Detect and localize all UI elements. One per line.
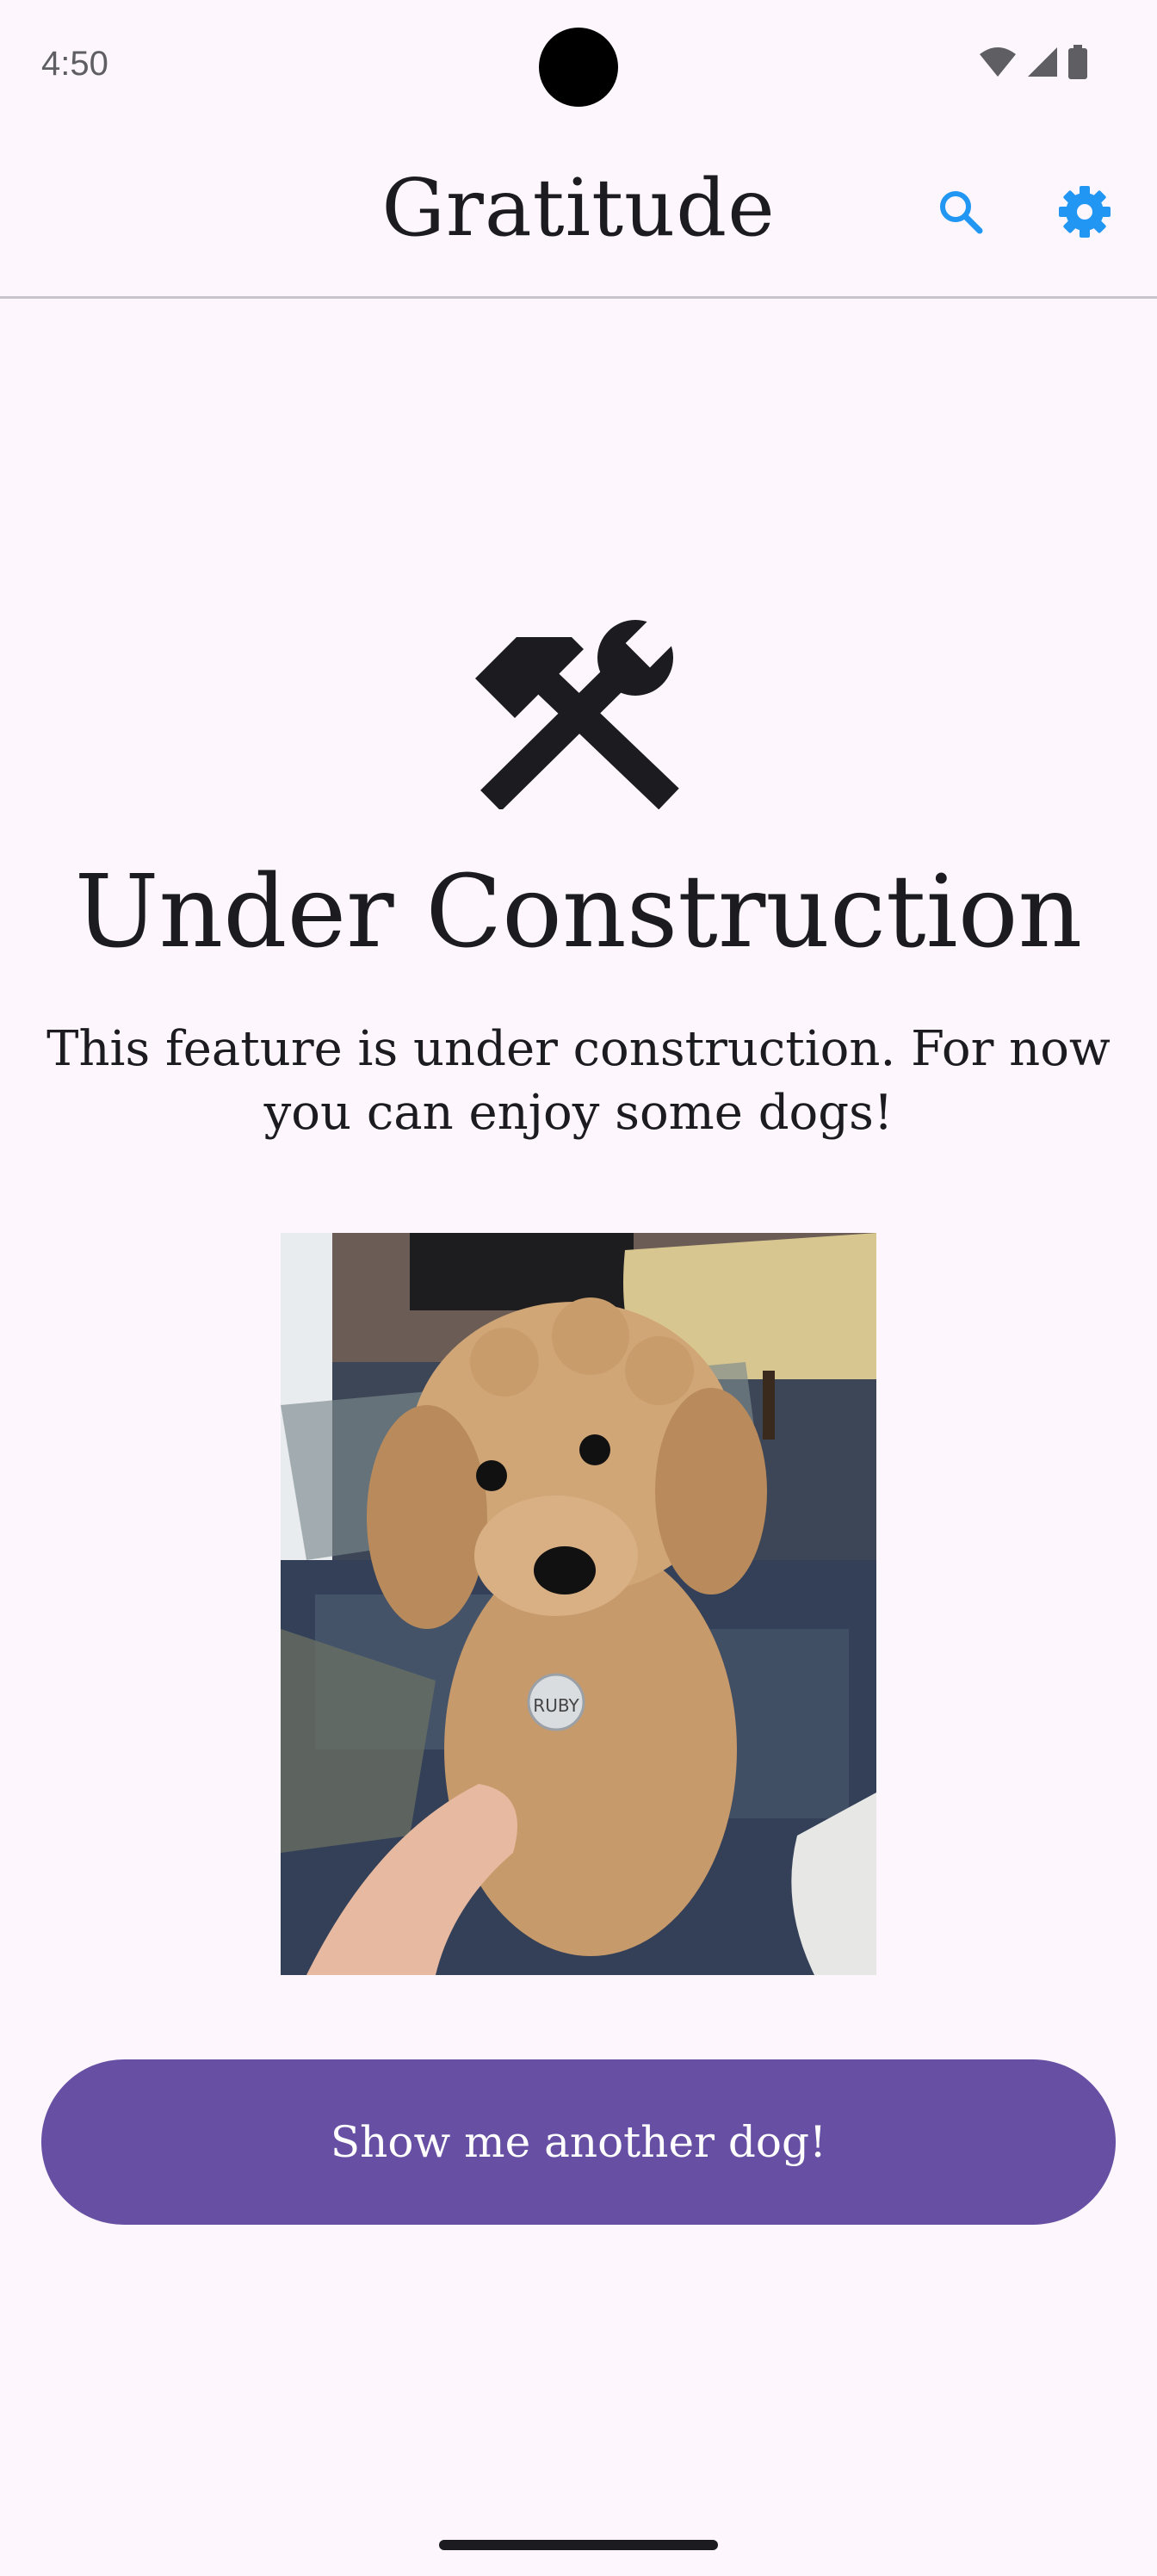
page-heading: Under Construction bbox=[74, 854, 1083, 970]
status-icons bbox=[978, 45, 1088, 79]
dog-photo: RUBY bbox=[281, 1233, 876, 1975]
gesture-nav-handle[interactable] bbox=[439, 2540, 718, 2550]
battery-icon bbox=[1068, 45, 1087, 79]
wifi-icon bbox=[980, 47, 1016, 77]
dog-tag-text: RUBY bbox=[533, 1695, 579, 1716]
status-bar: 4:50 bbox=[0, 0, 1157, 129]
settings-button[interactable] bbox=[1050, 177, 1119, 246]
hammer-wrench-icon bbox=[475, 611, 682, 809]
search-button[interactable] bbox=[926, 177, 995, 246]
status-time: 4:50 bbox=[41, 45, 108, 83]
page-message: This feature is under construction. For … bbox=[46, 1021, 1111, 1141]
cell-signal-icon bbox=[1028, 47, 1057, 77]
top-app-bar: Gratitude bbox=[0, 129, 1157, 299]
gear-icon bbox=[1059, 186, 1111, 238]
camera-cutout bbox=[539, 28, 618, 107]
show-another-dog-button[interactable]: Show me another dog! bbox=[41, 2059, 1116, 2225]
search-icon bbox=[940, 191, 983, 234]
